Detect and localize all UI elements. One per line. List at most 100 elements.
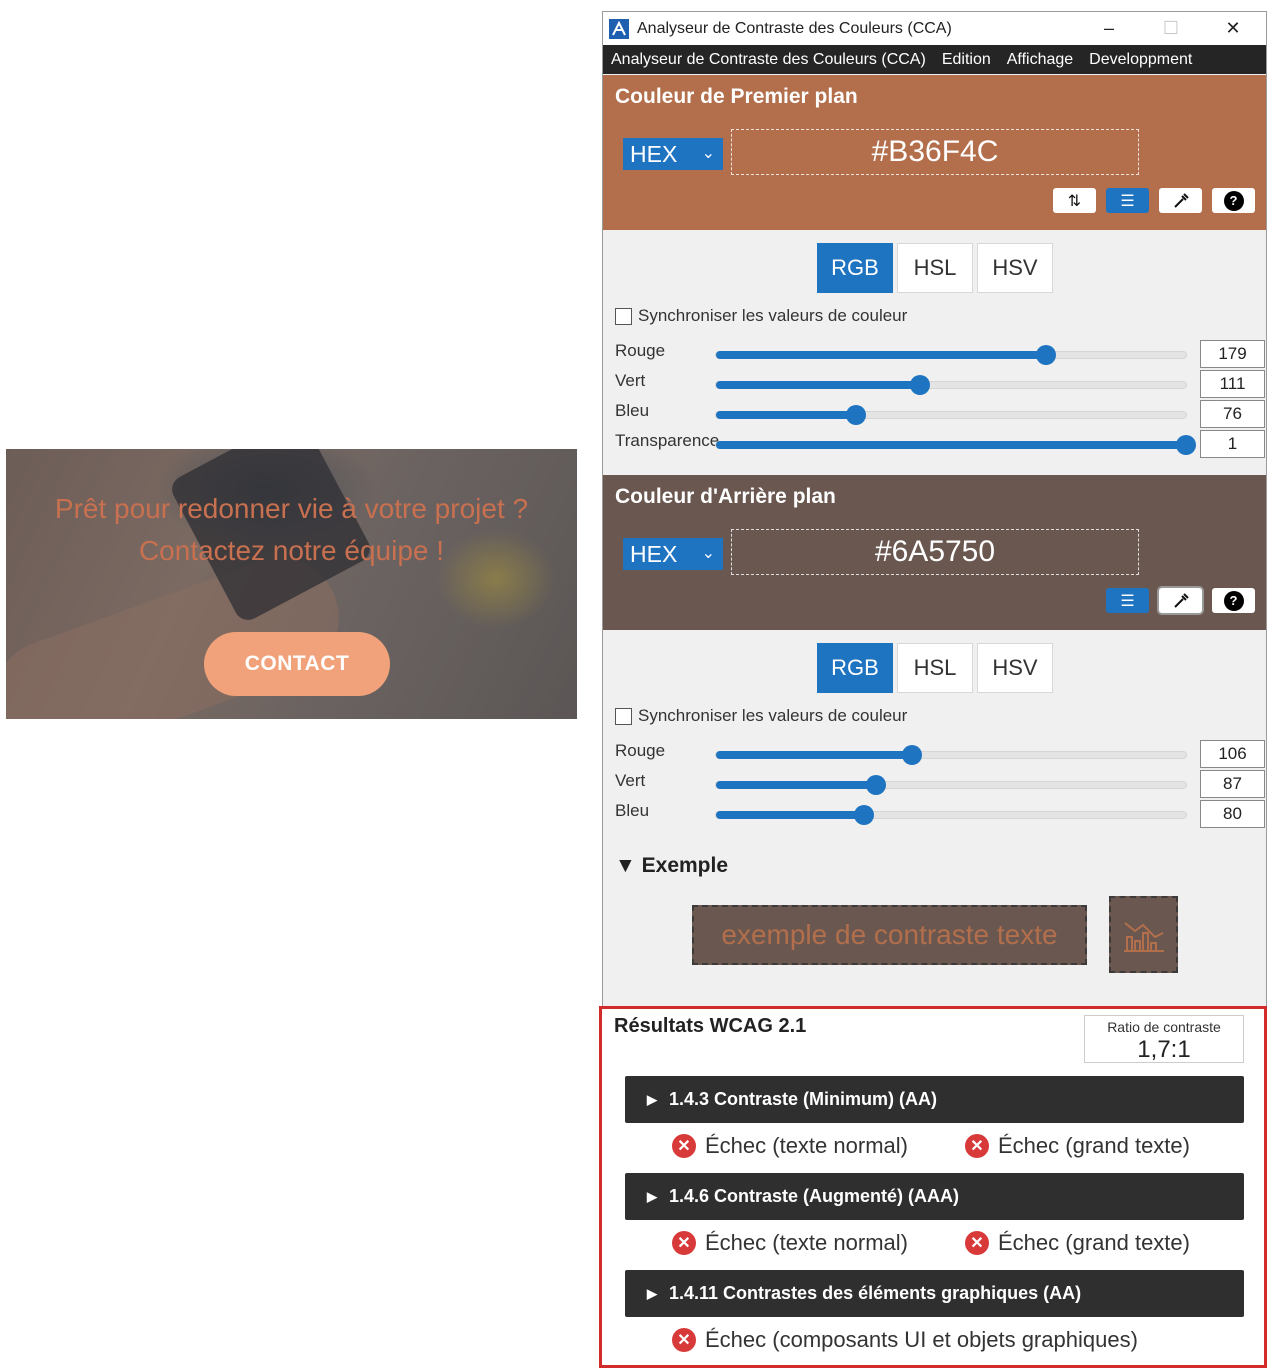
slider-track[interactable] bbox=[715, 745, 1187, 765]
slider-value-input[interactable]: 76 bbox=[1200, 400, 1265, 428]
slider-value-input[interactable]: 1 bbox=[1200, 430, 1265, 458]
slider-fill bbox=[716, 781, 877, 789]
maximize-icon[interactable]: ☐ bbox=[1141, 12, 1201, 45]
slider-row-rouge: Rouge 179 bbox=[603, 340, 1266, 369]
fail-icon: ✕ bbox=[965, 1231, 989, 1255]
triangle-right-icon: ▶ bbox=[647, 1188, 657, 1204]
criterion-label: 1.4.11 Contrastes des éléments graphique… bbox=[669, 1283, 1082, 1303]
slider-label: Rouge bbox=[615, 741, 666, 760]
sliders-icon[interactable]: ☰ bbox=[1106, 588, 1149, 613]
eyedropper-icon[interactable] bbox=[1159, 188, 1202, 213]
slider-track[interactable] bbox=[715, 405, 1187, 425]
fail-icon: ✕ bbox=[672, 1231, 696, 1255]
result-fail: ✕ Échec (composants UI et objets graphiq… bbox=[672, 1327, 1138, 1353]
ratio-value: 1,7:1 bbox=[1137, 1036, 1191, 1063]
criterion-1-4-3[interactable]: ▶ 1.4.3 Contraste (Minimum) (AA) bbox=[625, 1076, 1244, 1123]
fail-icon: ✕ bbox=[672, 1134, 696, 1158]
slider-row-bleu: Bleu 80 bbox=[603, 800, 1266, 829]
chevron-down-icon: ⌄ bbox=[701, 545, 715, 562]
slider-label: Vert bbox=[615, 371, 646, 390]
tab-hsl[interactable]: HSL bbox=[897, 643, 973, 693]
slider-track[interactable] bbox=[715, 435, 1196, 455]
foreground-values-panel: RGB HSL HSV Synchroniser les valeurs de … bbox=[603, 230, 1266, 475]
sync-label: Synchroniser les valeurs de couleur bbox=[638, 706, 908, 725]
slider-handle[interactable] bbox=[901, 745, 922, 765]
result-fail: ✕ Échec (grand texte) bbox=[965, 1133, 1190, 1159]
menu-bar: Analyseur de Contraste des Couleurs (CCA… bbox=[603, 45, 1266, 74]
tab-hsv[interactable]: HSV bbox=[977, 643, 1053, 693]
criterion-1-4-11[interactable]: ▶ 1.4.11 Contrastes des éléments graphiq… bbox=[625, 1270, 1244, 1317]
slider-handle[interactable] bbox=[853, 805, 874, 825]
slider-label: Bleu bbox=[615, 801, 650, 820]
sync-label: Synchroniser les valeurs de couleur bbox=[638, 306, 908, 325]
eyedropper-icon[interactable] bbox=[1159, 588, 1202, 613]
slider-track[interactable] bbox=[715, 345, 1187, 365]
foreground-hex-input[interactable]: #B36F4C bbox=[731, 129, 1139, 175]
result-fail: ✕ Échec (grand texte) bbox=[965, 1230, 1190, 1256]
background-sync-checkbox[interactable]: Synchroniser les valeurs de couleur bbox=[615, 706, 907, 726]
preview-headline-line1: Prêt pour redonner vie à votre projet ? bbox=[54, 493, 529, 524]
contrast-ratio-box: Ratio de contraste 1,7:1 bbox=[1084, 1015, 1244, 1063]
slider-fill bbox=[716, 811, 864, 819]
slider-handle[interactable] bbox=[910, 375, 931, 395]
slider-handle[interactable] bbox=[1035, 345, 1056, 365]
menu-developpment[interactable]: Developpment bbox=[1089, 51, 1192, 69]
background-section: Couleur d'Arrière plan HEX ⌄ #6A5750 ☰ ? bbox=[603, 475, 1266, 630]
contact-button[interactable]: CONTACT bbox=[204, 632, 390, 696]
checkbox-box[interactable] bbox=[615, 707, 632, 725]
slider-value-input[interactable]: 106 bbox=[1200, 740, 1265, 768]
result-text: Échec (grand texte) bbox=[998, 1133, 1190, 1158]
result-fail: ✕ Échec (texte normal) bbox=[672, 1230, 908, 1256]
window-title: Analyseur de Contraste des Couleurs (CCA… bbox=[637, 19, 952, 37]
sliders-icon[interactable]: ☰ bbox=[1106, 188, 1149, 213]
foreground-format-select[interactable]: HEX ⌄ bbox=[623, 138, 723, 170]
example-heading[interactable]: ▼ Exemple bbox=[615, 854, 728, 878]
background-format-select[interactable]: HEX ⌄ bbox=[623, 538, 723, 570]
fail-icon: ✕ bbox=[965, 1134, 989, 1158]
ratio-label: Ratio de contraste bbox=[1107, 1019, 1221, 1035]
website-preview: Prêt pour redonner vie à votre projet ? … bbox=[6, 449, 577, 719]
slider-row-rouge: Rouge 106 bbox=[603, 740, 1266, 769]
checkbox-box[interactable] bbox=[615, 307, 632, 325]
slider-value-input[interactable]: 179 bbox=[1200, 340, 1265, 368]
help-icon[interactable]: ? bbox=[1212, 588, 1255, 613]
example-sample-text: exemple de contraste texte bbox=[692, 905, 1087, 965]
foreground-sync-checkbox[interactable]: Synchroniser les valeurs de couleur bbox=[615, 306, 907, 326]
slider-track[interactable] bbox=[715, 775, 1187, 795]
slider-label: Bleu bbox=[615, 401, 650, 420]
result-text: Échec (texte normal) bbox=[705, 1133, 908, 1158]
menu-edition[interactable]: Edition bbox=[942, 51, 991, 69]
slider-row-vert: Vert 111 bbox=[603, 370, 1266, 399]
criterion-1-4-6[interactable]: ▶ 1.4.6 Contraste (Augmenté) (AAA) bbox=[625, 1173, 1244, 1220]
tab-hsv[interactable]: HSV bbox=[977, 243, 1053, 293]
menu-affichage[interactable]: Affichage bbox=[1007, 51, 1073, 69]
tab-rgb[interactable]: RGB bbox=[817, 243, 893, 293]
triangle-right-icon: ▶ bbox=[647, 1091, 657, 1107]
slider-track[interactable] bbox=[715, 805, 1187, 825]
slider-label: Transparence bbox=[615, 431, 720, 450]
help-icon[interactable]: ? bbox=[1212, 188, 1255, 213]
slider-track[interactable] bbox=[715, 375, 1187, 395]
close-icon[interactable]: ✕ bbox=[1203, 12, 1263, 45]
minimize-icon[interactable]: – bbox=[1079, 12, 1139, 45]
triangle-down-icon: ▼ bbox=[615, 854, 636, 877]
tab-rgb[interactable]: RGB bbox=[817, 643, 893, 693]
background-hex-input[interactable]: #6A5750 bbox=[731, 529, 1139, 575]
slider-handle[interactable] bbox=[866, 775, 887, 795]
background-title: Couleur d'Arrière plan bbox=[615, 485, 836, 508]
slider-row-transparence: Transparence 1 bbox=[603, 430, 1266, 459]
slider-value-input[interactable]: 80 bbox=[1200, 800, 1265, 828]
menu-app[interactable]: Analyseur de Contraste des Couleurs (CCA… bbox=[611, 51, 926, 69]
background-tabs: RGB HSL HSV bbox=[817, 643, 1057, 693]
swap-colors-icon[interactable]: ⇅ bbox=[1053, 188, 1096, 213]
tab-hsl[interactable]: HSL bbox=[897, 243, 973, 293]
slider-handle[interactable] bbox=[1176, 435, 1196, 455]
slider-handle[interactable] bbox=[846, 405, 867, 425]
slider-row-vert: Vert 87 bbox=[603, 770, 1266, 799]
slider-value-input[interactable]: 111 bbox=[1200, 370, 1265, 398]
chevron-down-icon: ⌄ bbox=[701, 145, 715, 162]
slider-row-bleu: Bleu 76 bbox=[603, 400, 1266, 429]
wcag-results-panel: Résultats WCAG 2.1 Ratio de contraste 1,… bbox=[599, 1006, 1267, 1368]
criterion-label: 1.4.3 Contraste (Minimum) (AA) bbox=[669, 1089, 938, 1109]
slider-value-input[interactable]: 87 bbox=[1200, 770, 1265, 798]
